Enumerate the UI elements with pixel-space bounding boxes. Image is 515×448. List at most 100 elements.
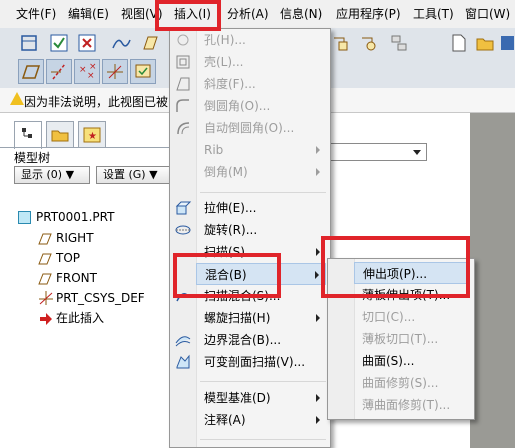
menu-info[interactable]: 信息(N): [280, 6, 322, 22]
tab-divider: [0, 147, 183, 148]
menu-item-helical-sweep[interactable]: 螺旋扫描(H): [196, 307, 326, 329]
menu-item-sweep[interactable]: 扫描(S): [196, 241, 326, 263]
svg-text:×: ×: [87, 71, 95, 81]
menu-applications[interactable]: 应用程序(P): [336, 6, 401, 22]
model-tree-panel: ★ 模型树 显示 (0) ▼ 设置 (G) ▼ PRT0001.PRT RIGH…: [0, 113, 183, 448]
tree-title: 模型树: [14, 151, 51, 165]
menu-analysis[interactable]: 分析(A): [227, 6, 269, 22]
menu-item-variable-section-sweep[interactable]: 可变剖面扫描(V)...: [196, 351, 326, 373]
graphics-window[interactable]: [470, 113, 515, 448]
curve-icon[interactable]: [110, 32, 132, 54]
tree-item-label: RIGHT: [56, 231, 94, 245]
csys-icon: [38, 290, 54, 311]
save-icon[interactable]: [500, 32, 515, 54]
menu-view[interactable]: 视图(V): [121, 6, 163, 22]
filter-combo[interactable]: [323, 143, 427, 161]
menu-item-round: 倒圆角(O)...: [204, 99, 271, 113]
menu-gutter: [328, 259, 355, 419]
menu-item-hole: 孔(H)...: [204, 33, 246, 47]
variable-section-sweep-icon: [174, 353, 192, 371]
menu-item-boundary-blend[interactable]: 边界混合(B)...: [196, 329, 326, 351]
warning-text: 因为非法说明，此视图已被: [24, 95, 169, 109]
datum-plane-icon: [38, 272, 52, 290]
checkbox-toggle-icon[interactable]: [48, 32, 70, 54]
menu-edit[interactable]: 编辑(E): [68, 6, 109, 22]
settings-dropdown[interactable]: 设置 (G) ▼: [96, 166, 178, 184]
svg-text:★: ★: [88, 131, 97, 142]
menu-separator: [200, 192, 326, 193]
insert-here-arrow-icon: [40, 312, 52, 330]
submenu-arrow-icon: [316, 394, 320, 402]
close-box-icon[interactable]: [76, 32, 98, 54]
chevron-down-icon: [413, 150, 421, 155]
menu-separator: [200, 381, 326, 382]
menu-item-model-datum[interactable]: 模型基准(D): [196, 387, 326, 409]
tab-folder-browser[interactable]: [46, 121, 74, 147]
menu-window[interactable]: 窗口(W): [465, 6, 510, 22]
tab-favorites[interactable]: ★: [78, 121, 106, 147]
datum-plane-icon: [38, 252, 52, 270]
blend-submenu: 伸出项(P)... 薄板伸出项(T)... 切口(C)... 薄板切口(T)..…: [327, 258, 475, 420]
tree-item-label: PRT_CSYS_DEF: [56, 291, 145, 305]
datum-point-tag-icon[interactable]: [358, 32, 380, 54]
datum-group-icon[interactable]: [388, 32, 410, 54]
swept-blend-icon: [174, 287, 192, 305]
svg-text:×: ×: [79, 65, 87, 75]
csys-on-icon[interactable]: [102, 59, 128, 84]
submenu-item-thin-cut: 薄板切口(T)...: [362, 332, 439, 346]
tree-item-label: 在此插入: [56, 311, 105, 325]
part-icon: [18, 211, 31, 224]
submenu-item-cut: 切口(C)...: [362, 310, 416, 324]
submenu-arrow-icon: [316, 248, 320, 256]
menu-insert[interactable]: 插入(I): [174, 6, 211, 22]
submenu-item-thin-surface-trim: 薄曲面修剪(T)...: [362, 398, 451, 412]
datum-tag-icon[interactable]: [330, 32, 352, 54]
datum-points-on-icon[interactable]: × × ×: [74, 59, 100, 84]
menu-item-blend[interactable]: 混合(B): [196, 263, 326, 285]
draft-icon: [174, 75, 192, 93]
submenu-arrow-icon: [316, 168, 320, 176]
tree-item-label: FRONT: [56, 271, 97, 285]
extrude-icon: [174, 199, 192, 217]
menu-item-revolve[interactable]: 旋转(R)...: [196, 219, 326, 241]
submenu-item-surface-trim: 曲面修剪(S)...: [362, 376, 439, 390]
menu-item-extrude[interactable]: 拉伸(E)...: [196, 197, 326, 219]
menu-item-auto-round: 自动倒圆角(O)...: [204, 121, 295, 135]
submenu-arrow-icon: [316, 146, 320, 154]
new-file-icon[interactable]: [448, 32, 470, 54]
menu-item-shell: 壳(L)...: [204, 55, 244, 69]
submenu-item-protrusion[interactable]: 伸出项(P)...: [354, 262, 470, 284]
submenu-item-thin-protrusion[interactable]: 薄板伸出项(T)...: [354, 284, 470, 306]
submenu-arrow-icon: [316, 416, 320, 424]
boundary-blend-icon: [174, 331, 192, 349]
revolve-icon: [174, 221, 192, 239]
tab-model-tree[interactable]: [14, 121, 42, 149]
datum-planes-on-icon[interactable]: [18, 59, 44, 84]
menu-item-rib: Rib: [196, 139, 326, 161]
datum-plane-tool-icon[interactable]: [138, 32, 160, 54]
datum-plane-icon: [38, 232, 52, 250]
round-icon: [174, 97, 192, 115]
hole-icon: [174, 31, 192, 49]
insert-menu: 孔(H)... 壳(L)... 斜度(F)... 倒圆角(O)... 自动倒圆角…: [169, 28, 331, 448]
submenu-arrow-icon: [315, 271, 319, 279]
menu-separator: [200, 439, 326, 440]
annotation-on-icon[interactable]: [130, 59, 156, 84]
datum-axes-on-icon[interactable]: [46, 59, 72, 84]
tree-item-label: PRT0001.PRT: [36, 210, 115, 224]
menu-tools[interactable]: 工具(T): [413, 6, 454, 22]
datum-display-icon[interactable]: [18, 32, 40, 54]
menu-item-draft: 斜度(F)...: [204, 77, 256, 91]
open-folder-icon[interactable]: [474, 32, 496, 54]
submenu-arrow-icon: [316, 314, 320, 322]
submenu-item-surface[interactable]: 曲面(S)...: [354, 350, 470, 372]
warning-icon: [10, 92, 24, 105]
menu-item-chamfer: 倒角(M): [196, 161, 326, 183]
menu-item-annotation[interactable]: 注释(A): [196, 409, 326, 431]
tree-item-label: TOP: [56, 251, 81, 265]
menu-item-swept-blend[interactable]: 扫描混合(S)...: [196, 285, 326, 307]
shell-icon: [174, 53, 192, 71]
menu-bar: 文件(F) 编辑(E) 视图(V) 插入(I) 分析(A) 信息(N) 应用程序…: [0, 0, 515, 29]
show-dropdown[interactable]: 显示 (0) ▼: [14, 166, 90, 184]
menu-file[interactable]: 文件(F): [16, 6, 56, 22]
